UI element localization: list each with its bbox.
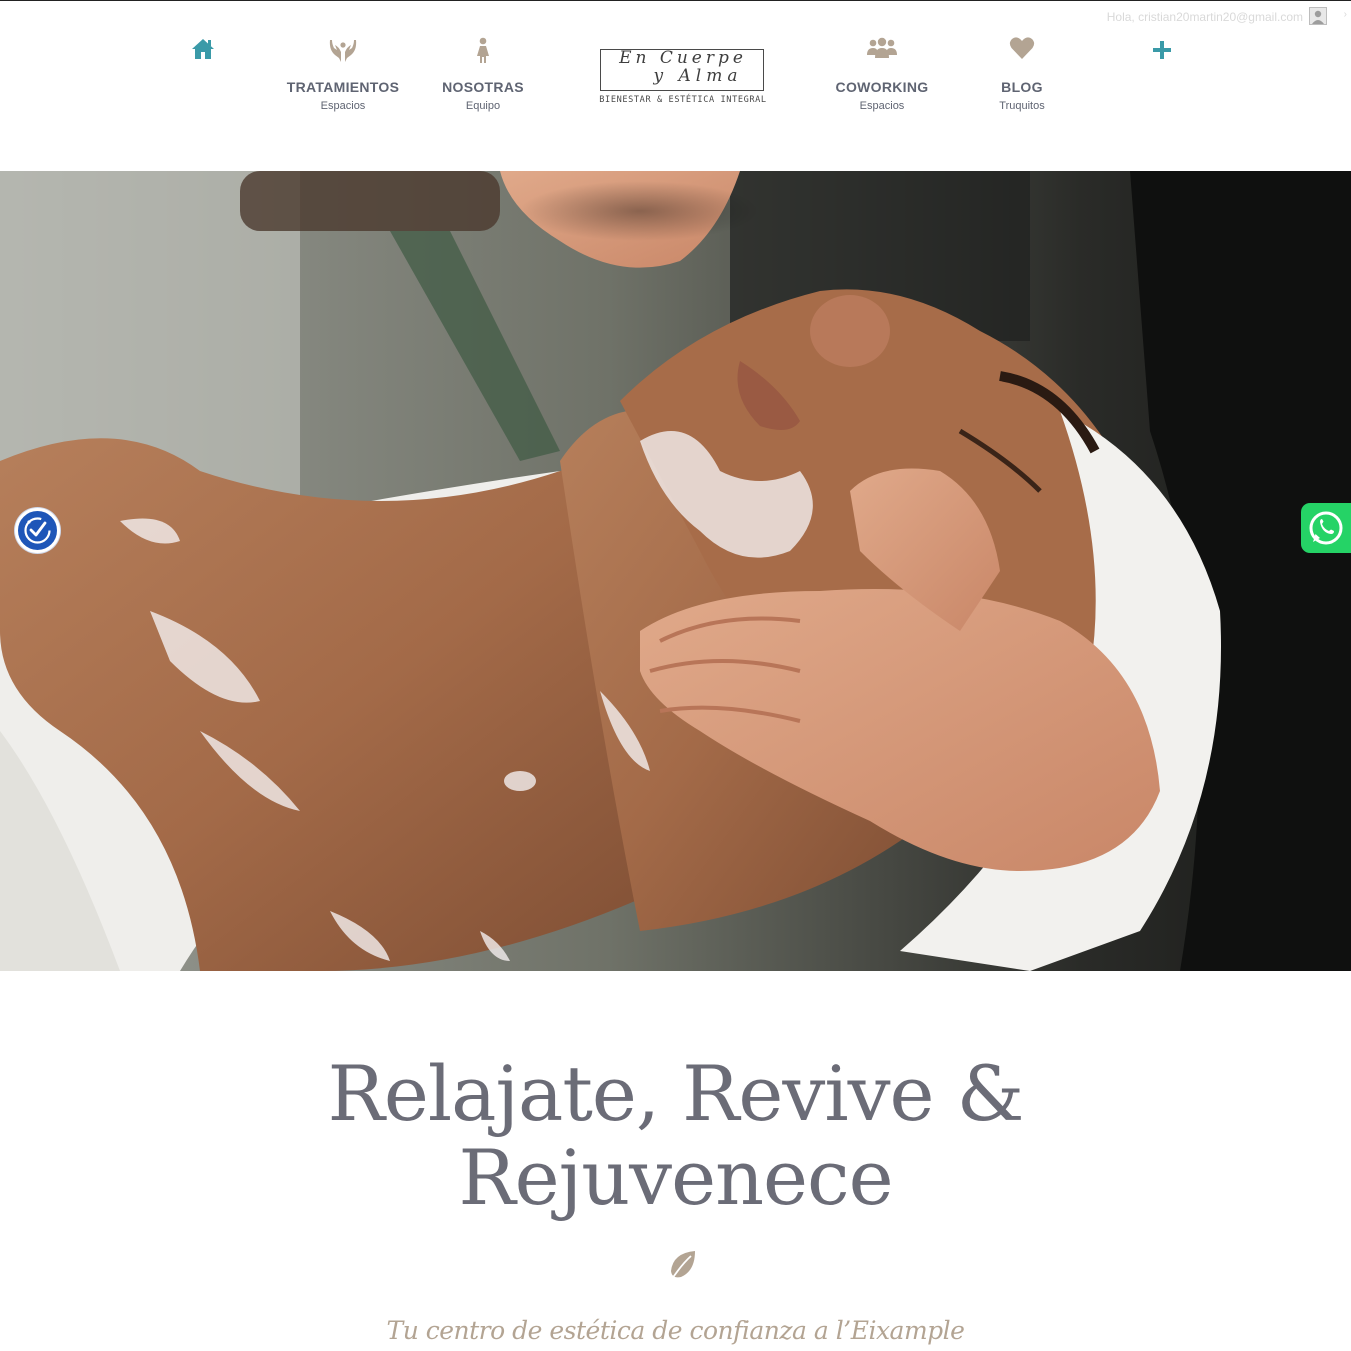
nav-blog-label: BLOG	[1001, 79, 1043, 95]
accessibility-button[interactable]	[15, 508, 60, 553]
nav-coworking[interactable]: COWORKING Espacios	[812, 36, 952, 112]
nav-tratamientos[interactable]: TRATAMIENTOS Espacios	[273, 36, 413, 112]
plus-icon	[1092, 40, 1232, 76]
nav-nosotras-label: NOSOTRAS	[442, 79, 524, 95]
accessibility-icon	[24, 517, 51, 544]
nav-nosotras-sub: Equipo	[465, 100, 501, 112]
woman-icon	[413, 36, 553, 72]
user-silhouette-icon	[1310, 8, 1326, 24]
facial-massage-photo	[0, 171, 1351, 971]
top-border	[0, 0, 1351, 1]
hero-image	[0, 171, 1351, 971]
leaf-icon	[669, 1251, 695, 1283]
logo-line1: En Cuerpe	[619, 48, 747, 68]
group-icon	[812, 36, 952, 72]
page-headline: Relajate, Revive & Rejuvenece	[0, 1052, 1351, 1220]
nav-home[interactable]	[133, 38, 273, 74]
home-icon	[133, 38, 273, 74]
hands-icon	[273, 36, 413, 72]
user-greeting[interactable]: Hola, cristian20martin20@gmail.com	[1107, 10, 1303, 24]
nav-coworking-sub: Espacios	[859, 100, 905, 112]
logo-line2: y Alma	[653, 66, 743, 86]
nav-tratamientos-sub: Espacios	[320, 100, 366, 112]
nav-more[interactable]	[1092, 40, 1232, 76]
user-avatar[interactable]	[1309, 7, 1327, 25]
nav-coworking-label: COWORKING	[835, 79, 929, 95]
nav-nosotras[interactable]: NOSOTRAS Equipo	[413, 36, 553, 112]
nav-blog-sub: Truquitos	[999, 100, 1045, 112]
whatsapp-button[interactable]	[1301, 503, 1351, 553]
nav-blog[interactable]: BLOG Truquitos	[952, 36, 1092, 112]
headline-line1: Relajate, Revive &	[327, 1049, 1025, 1138]
site-logo[interactable]: En Cuerpe y Alma BIENESTAR & ESTÉTICA IN…	[599, 48, 767, 108]
nav-tratamientos-label: TRATAMIENTOS	[286, 79, 400, 95]
logo-tagline: BIENESTAR & ESTÉTICA INTEGRAL	[599, 95, 767, 105]
tagline: Tu centro de estética de confianza a l’E…	[386, 1316, 965, 1345]
user-menu-caret-icon[interactable]: ›	[1344, 9, 1347, 20]
heart-icon	[952, 36, 1092, 72]
headline-line2: Rejuvenece	[458, 1133, 893, 1222]
whatsapp-icon	[1309, 511, 1343, 545]
